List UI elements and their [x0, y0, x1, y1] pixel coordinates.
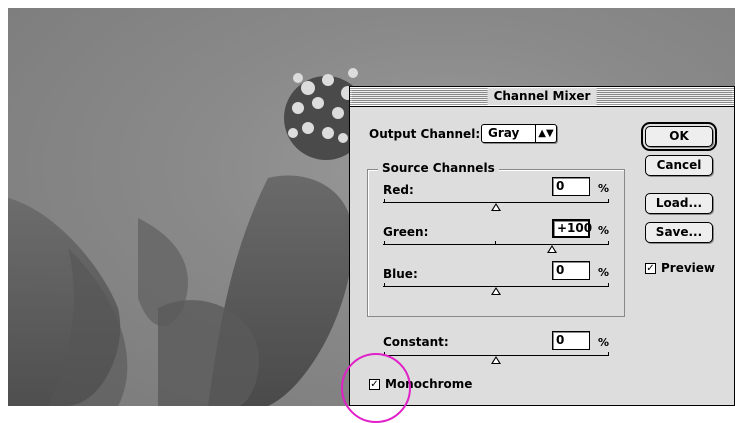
- green-slider-tick-left: [384, 241, 385, 245]
- updown-arrows-icon: ▲▼: [535, 125, 556, 142]
- channel-mixer-dialog: Channel Mixer Output Channel: Gray ▲▼ So…: [349, 86, 735, 406]
- constant-slider-thumb[interactable]: [491, 356, 501, 364]
- source-channels-title: Source Channels: [378, 161, 499, 175]
- highlight-circle: [341, 353, 411, 423]
- red-slider-tick-right: [608, 199, 609, 203]
- output-channel-select[interactable]: Gray ▲▼: [481, 124, 557, 143]
- load-button[interactable]: Load...: [645, 193, 713, 214]
- constant-label: Constant:: [383, 335, 449, 349]
- green-percent: %: [598, 224, 610, 237]
- blue-slider-thumb[interactable]: [491, 287, 501, 295]
- red-label: Red:: [383, 183, 414, 197]
- dialog-title: Channel Mixer: [487, 88, 597, 105]
- cancel-button[interactable]: Cancel: [645, 155, 713, 176]
- blue-slider-tick-left: [384, 283, 385, 287]
- title-bar[interactable]: Channel Mixer: [350, 87, 734, 107]
- output-channel-label: Output Channel:: [369, 127, 481, 141]
- blue-value-field[interactable]: 0: [552, 261, 590, 280]
- ok-button[interactable]: OK: [641, 122, 717, 151]
- constant-value-field[interactable]: 0: [552, 331, 590, 350]
- blue-label: Blue:: [383, 267, 418, 281]
- green-value-field[interactable]: +100: [552, 219, 592, 238]
- red-slider-tick-left: [384, 199, 385, 203]
- save-button[interactable]: Save...: [645, 222, 713, 243]
- red-slider-thumb[interactable]: [491, 203, 501, 211]
- green-slider-tick-right: [608, 241, 609, 245]
- output-channel-value: Gray: [488, 126, 520, 140]
- red-percent: %: [598, 182, 610, 195]
- green-slider-tick-center: [495, 241, 496, 245]
- green-slider-track[interactable]: [383, 244, 609, 245]
- red-value-field[interactable]: 0: [552, 177, 590, 196]
- preview-label[interactable]: Preview: [661, 261, 715, 275]
- preview-checkbox[interactable]: ✓: [645, 263, 656, 274]
- green-slider-thumb[interactable]: [547, 245, 557, 253]
- blue-percent: %: [598, 266, 610, 279]
- constant-percent: %: [598, 336, 610, 349]
- constant-slider-tick-right: [608, 352, 609, 356]
- blue-slider-tick-right: [608, 283, 609, 287]
- green-label: Green:: [383, 225, 429, 239]
